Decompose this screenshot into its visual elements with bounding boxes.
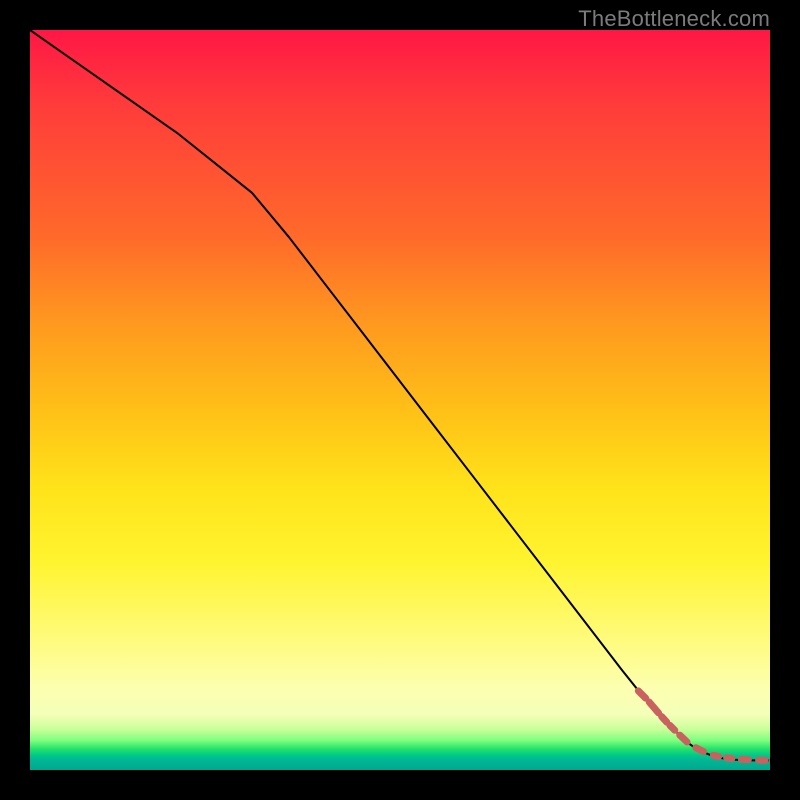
tail-dash: [670, 725, 675, 730]
tail-end-dot: [769, 756, 770, 764]
chart-overlay: [30, 30, 770, 770]
tail-dash: [662, 716, 667, 722]
plot-area: [30, 30, 770, 770]
tail-dash: [696, 748, 704, 752]
chart-frame: TheBottleneck.com: [0, 0, 800, 800]
tail-dash: [649, 702, 658, 713]
bottleneck-curve: [30, 30, 770, 760]
tail-markers-group: [638, 691, 770, 764]
watermark-text: TheBottleneck.com: [578, 6, 770, 32]
tail-dash: [638, 691, 645, 698]
tail-dash: [680, 735, 687, 742]
tail-dash: [727, 758, 732, 759]
tail-dash: [713, 755, 718, 756]
